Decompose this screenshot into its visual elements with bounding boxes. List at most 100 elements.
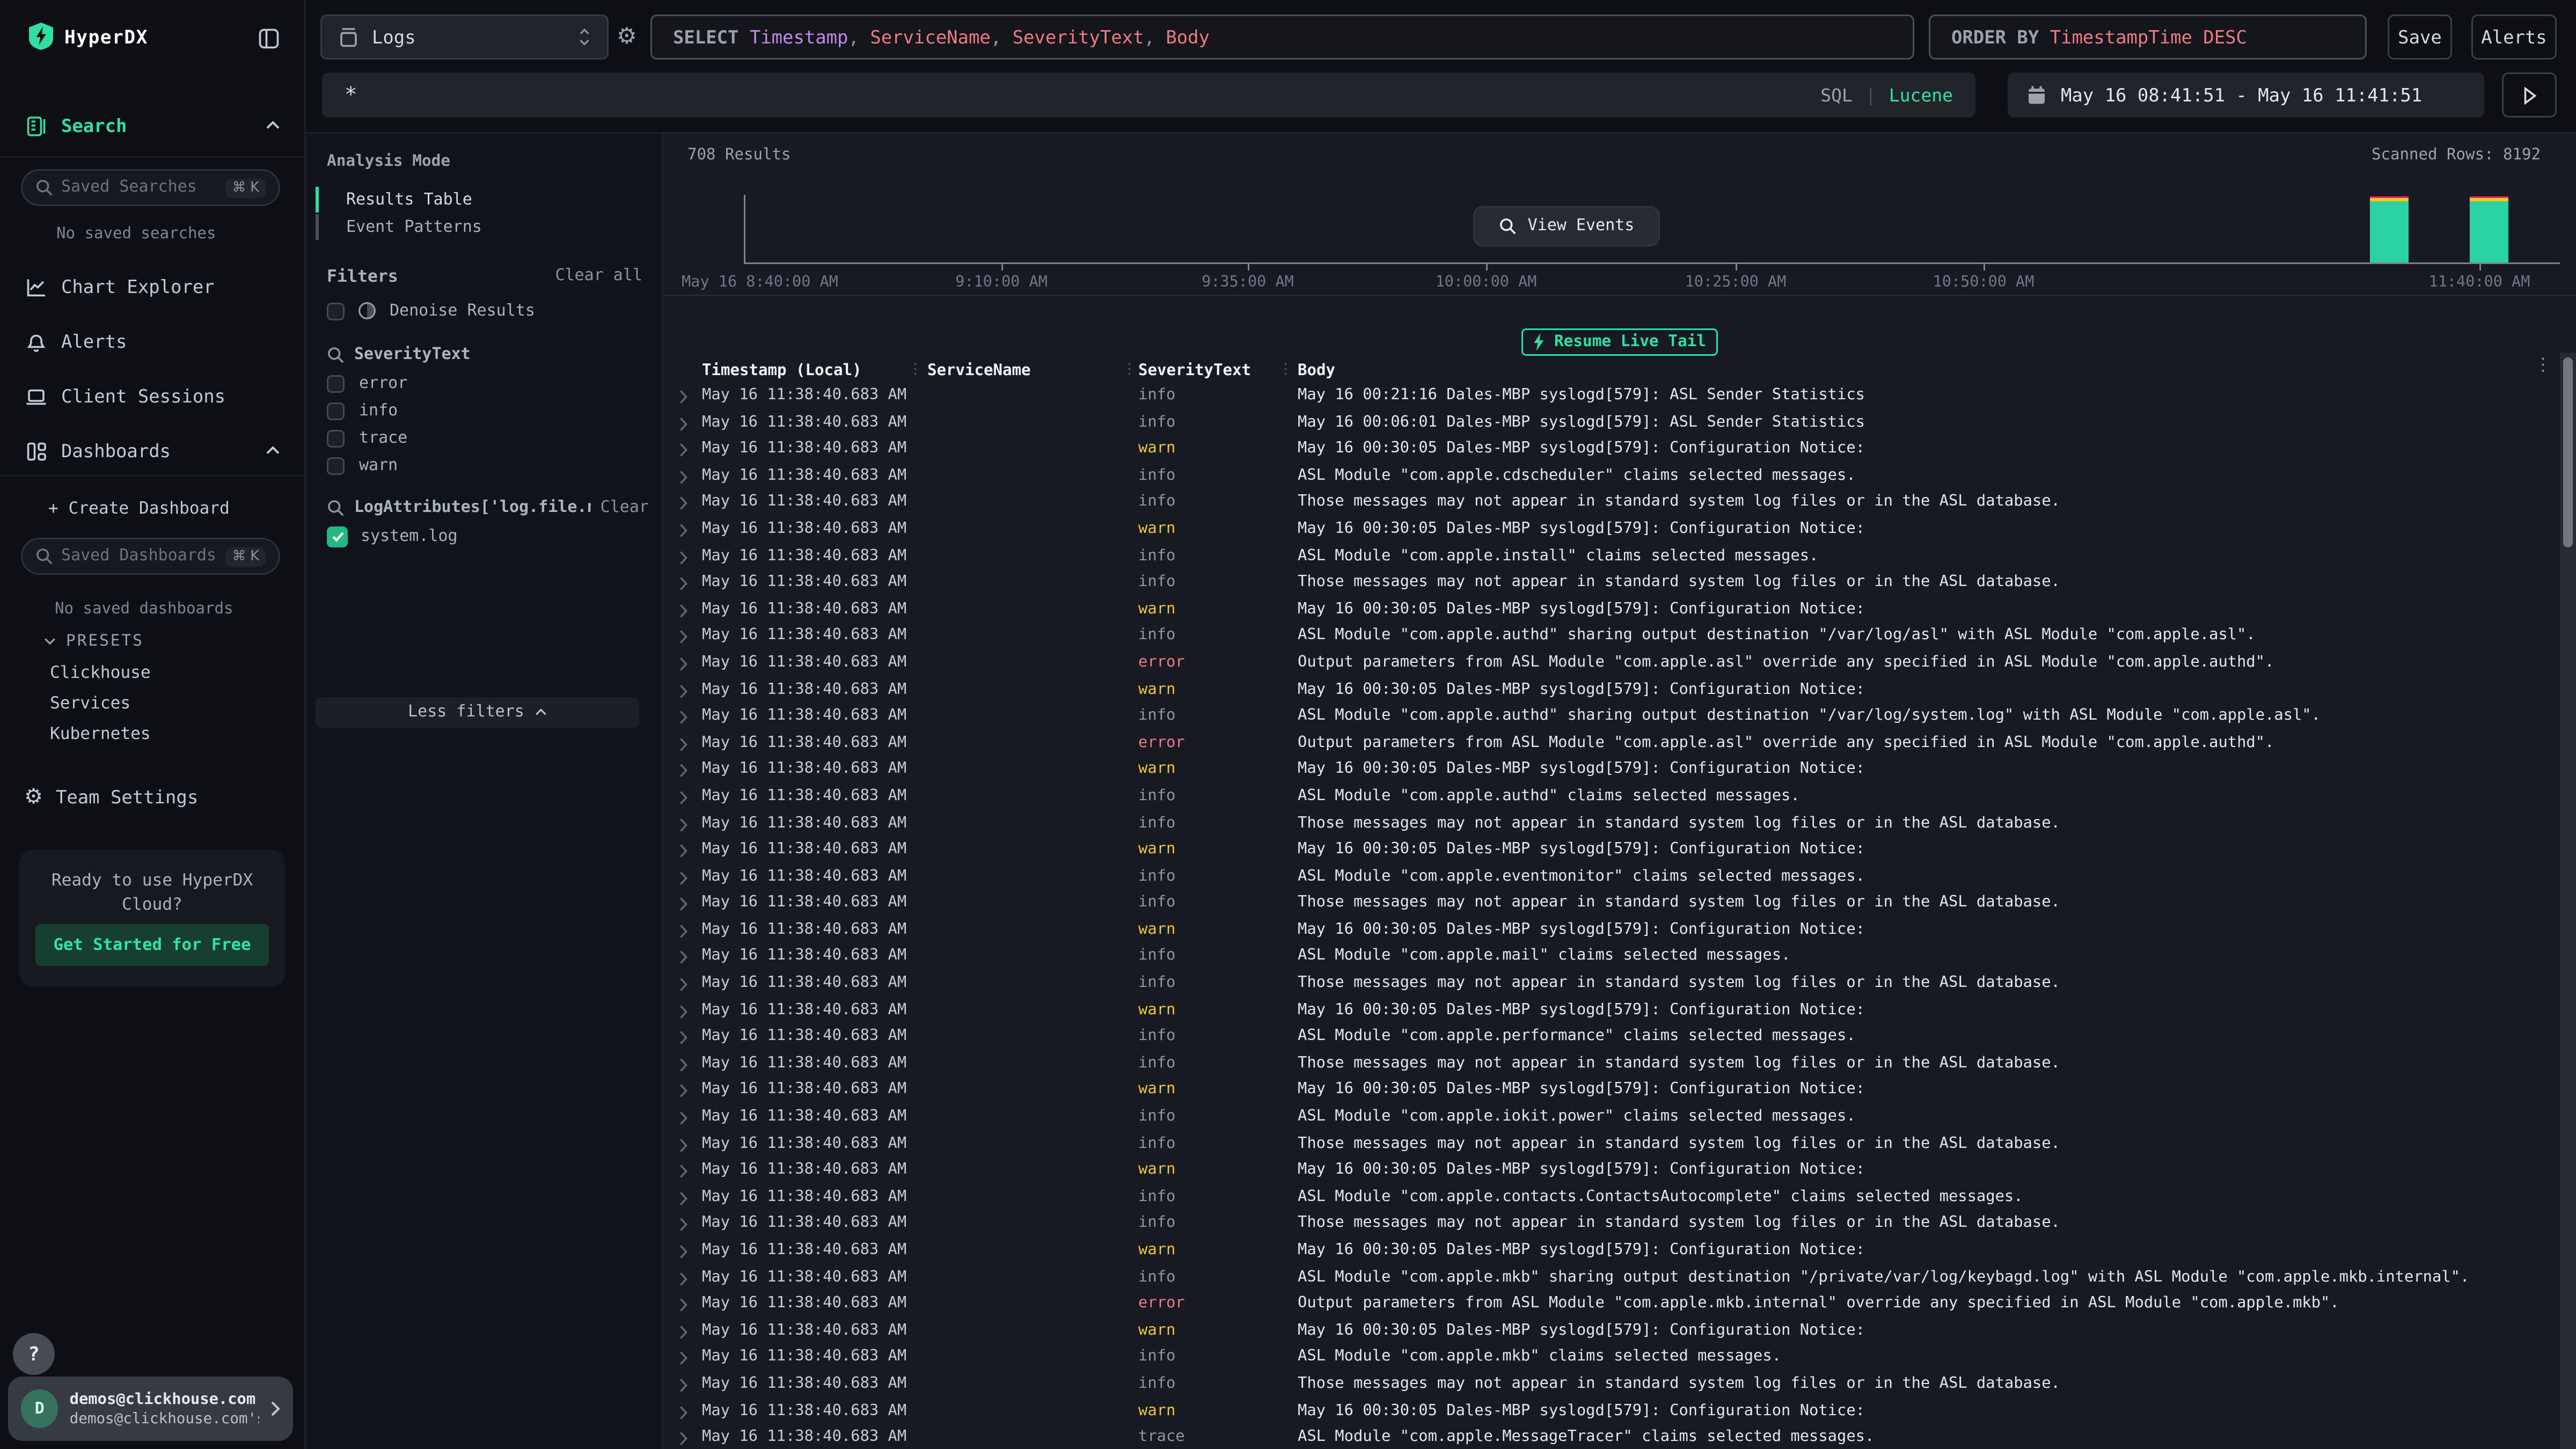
expand-row-chevron-icon[interactable]	[679, 737, 687, 751]
severity-checkbox[interactable]	[327, 375, 345, 393]
log-row[interactable]: May 16 11:38:40.683 AM info May 16 00:21…	[663, 383, 2560, 410]
log-row[interactable]: May 16 11:38:40.683 AM warn May 16 00:30…	[663, 1318, 2560, 1345]
log-row[interactable]: May 16 11:38:40.683 AM warn May 16 00:30…	[663, 597, 2560, 624]
mode-sql-toggle[interactable]: SQL	[1820, 85, 1853, 106]
log-row[interactable]: May 16 11:38:40.683 AM warn May 16 00:30…	[663, 837, 2560, 864]
clear-filter-button[interactable]: Clear	[601, 499, 649, 517]
expand-row-chevron-icon[interactable]	[679, 1004, 687, 1019]
system-log-checkbox-checked[interactable]	[327, 526, 348, 547]
severity-group-header[interactable]: SeverityText	[327, 346, 471, 364]
expand-row-chevron-icon[interactable]	[679, 1191, 687, 1205]
preset-dashboard-link[interactable]: Kubernetes	[50, 724, 151, 744]
preset-dashboard-link[interactable]: Clickhouse	[50, 663, 151, 683]
log-row[interactable]: May 16 11:38:40.683 AM info ASL Module "…	[663, 864, 2560, 891]
log-row[interactable]: May 16 11:38:40.683 AM info Those messag…	[663, 971, 2560, 998]
expand-row-chevron-icon[interactable]	[679, 443, 687, 458]
expand-row-chevron-icon[interactable]	[679, 1245, 687, 1259]
log-row[interactable]: May 16 11:38:40.683 AM trace ASL Module …	[663, 1425, 2560, 1449]
source-select[interactable]: Logs	[320, 14, 609, 60]
expand-row-chevron-icon[interactable]	[679, 390, 687, 404]
histogram-bar[interactable]	[2370, 196, 2409, 262]
sidebar-item-team-settings[interactable]: ⚙ Team Settings	[0, 779, 306, 815]
log-row[interactable]: May 16 11:38:40.683 AM info ASL Module "…	[663, 1265, 2560, 1292]
expand-row-chevron-icon[interactable]	[679, 977, 687, 992]
log-row[interactable]: May 16 11:38:40.683 AM warn May 16 00:30…	[663, 918, 2560, 945]
expand-row-chevron-icon[interactable]	[679, 710, 687, 724]
log-row[interactable]: May 16 11:38:40.683 AM info ASL Module "…	[663, 1104, 2560, 1131]
log-row[interactable]: May 16 11:38:40.683 AM info Those messag…	[663, 1131, 2560, 1158]
expand-row-chevron-icon[interactable]	[679, 1378, 687, 1393]
saved-searches-input[interactable]: Saved Searches ⌘ K	[21, 169, 280, 206]
expand-row-chevron-icon[interactable]	[679, 657, 687, 671]
expand-row-chevron-icon[interactable]	[679, 1084, 687, 1099]
log-row[interactable]: May 16 11:38:40.683 AM info ASL Module "…	[663, 463, 2560, 490]
log-row[interactable]: May 16 11:38:40.683 AM info ASL Module "…	[663, 624, 2560, 650]
preset-dashboard-link[interactable]: Services	[50, 694, 151, 713]
run-query-button[interactable]	[2502, 72, 2557, 118]
expand-row-chevron-icon[interactable]	[679, 1031, 687, 1045]
expand-row-chevron-icon[interactable]	[679, 1431, 687, 1446]
expand-row-chevron-icon[interactable]	[679, 416, 687, 431]
expand-row-chevron-icon[interactable]	[679, 603, 687, 618]
saved-dashboards-input[interactable]: Saved Dashboards ⌘ K	[21, 538, 280, 575]
histogram-bar[interactable]	[2470, 196, 2508, 262]
sidebar-item-client-sessions[interactable]: Client Sessions	[0, 378, 306, 414]
column-resize-handle[interactable]: ⋮	[1122, 362, 1137, 378]
presets-section-toggle[interactable]: PRESETS	[43, 633, 144, 650]
view-events-button[interactable]: View Events	[1473, 206, 1660, 246]
severity-checkbox[interactable]	[327, 457, 345, 475]
save-button[interactable]: Save	[2388, 14, 2452, 60]
expand-row-chevron-icon[interactable]	[679, 791, 687, 805]
mode-event-patterns[interactable]: Event Patterns	[316, 214, 638, 240]
log-row[interactable]: May 16 11:38:40.683 AM info Those messag…	[663, 1211, 2560, 1238]
log-row[interactable]: May 16 11:38:40.683 AM info Those messag…	[663, 490, 2560, 517]
log-row[interactable]: May 16 11:38:40.683 AM warn May 16 00:30…	[663, 437, 2560, 464]
log-row[interactable]: May 16 11:38:40.683 AM info Those messag…	[663, 1051, 2560, 1078]
expand-row-chevron-icon[interactable]	[679, 1111, 687, 1125]
mode-lucene-toggle[interactable]: Lucene	[1889, 85, 1953, 106]
log-row[interactable]: May 16 11:38:40.683 AM warn May 16 00:30…	[663, 677, 2560, 704]
less-filters-button[interactable]: Less filters	[316, 697, 639, 728]
log-row[interactable]: May 16 11:38:40.683 AM info ASL Module "…	[663, 1345, 2560, 1372]
scrollbar-thumb[interactable]	[2563, 357, 2573, 547]
severity-checkbox[interactable]	[327, 430, 345, 448]
log-row[interactable]: May 16 11:38:40.683 AM info May 16 00:06…	[663, 410, 2560, 437]
time-range-picker[interactable]: May 16 08:41:51 - May 16 11:41:51	[2008, 72, 2484, 118]
expand-row-chevron-icon[interactable]	[679, 630, 687, 645]
column-resize-handle[interactable]: ⋮	[1278, 362, 1293, 378]
alerts-button[interactable]: Alerts	[2471, 14, 2557, 60]
sql-select-input[interactable]: SELECT Timestamp, ServiceName, SeverityT…	[650, 14, 1914, 60]
expand-row-chevron-icon[interactable]	[679, 496, 687, 511]
expand-row-chevron-icon[interactable]	[679, 1351, 687, 1366]
sidebar-item-chart-explorer[interactable]: Chart Explorer	[0, 269, 306, 304]
create-dashboard-button[interactable]: + Create Dashboard	[48, 499, 230, 518]
column-header-severitytext[interactable]: SeverityText	[1138, 362, 1251, 380]
severity-filter-option[interactable]: warn	[327, 457, 407, 475]
clear-all-button[interactable]: Clear all	[555, 267, 642, 287]
expand-row-chevron-icon[interactable]	[679, 550, 687, 565]
log-row[interactable]: May 16 11:38:40.683 AM error Output para…	[663, 730, 2560, 757]
log-row[interactable]: May 16 11:38:40.683 AM info ASL Module "…	[663, 1184, 2560, 1211]
expand-row-chevron-icon[interactable]	[679, 1138, 687, 1152]
expand-row-chevron-icon[interactable]	[679, 1218, 687, 1232]
log-row[interactable]: May 16 11:38:40.683 AM info Those messag…	[663, 811, 2560, 838]
expand-row-chevron-icon[interactable]	[679, 470, 687, 484]
denoise-filter[interactable]: Denoise Results	[327, 301, 535, 320]
log-row[interactable]: May 16 11:38:40.683 AM warn May 16 00:30…	[663, 998, 2560, 1024]
expand-row-chevron-icon[interactable]	[679, 897, 687, 912]
help-button[interactable]: ?	[13, 1333, 55, 1375]
system-log-filter[interactable]: system.log	[327, 526, 458, 547]
expand-row-chevron-icon[interactable]	[679, 817, 687, 832]
log-row[interactable]: May 16 11:38:40.683 AM warn May 16 00:30…	[663, 1078, 2560, 1104]
log-row[interactable]: May 16 11:38:40.683 AM info ASL Module "…	[663, 784, 2560, 811]
expand-row-chevron-icon[interactable]	[679, 1298, 687, 1313]
search-query-input[interactable]: * SQL | Lucene	[322, 72, 1975, 118]
severity-filter-option[interactable]: trace	[327, 430, 407, 448]
expand-row-chevron-icon[interactable]	[679, 924, 687, 939]
expand-row-chevron-icon[interactable]	[679, 1405, 687, 1419]
expand-row-chevron-icon[interactable]	[679, 523, 687, 538]
column-resize-handle[interactable]: ⋮	[908, 362, 923, 378]
log-row[interactable]: May 16 11:38:40.683 AM info ASL Module "…	[663, 1024, 2560, 1051]
resume-live-tail-button[interactable]: Resume Live Tail	[1521, 328, 1718, 356]
log-row[interactable]: May 16 11:38:40.683 AM warn May 16 00:30…	[663, 1399, 2560, 1425]
